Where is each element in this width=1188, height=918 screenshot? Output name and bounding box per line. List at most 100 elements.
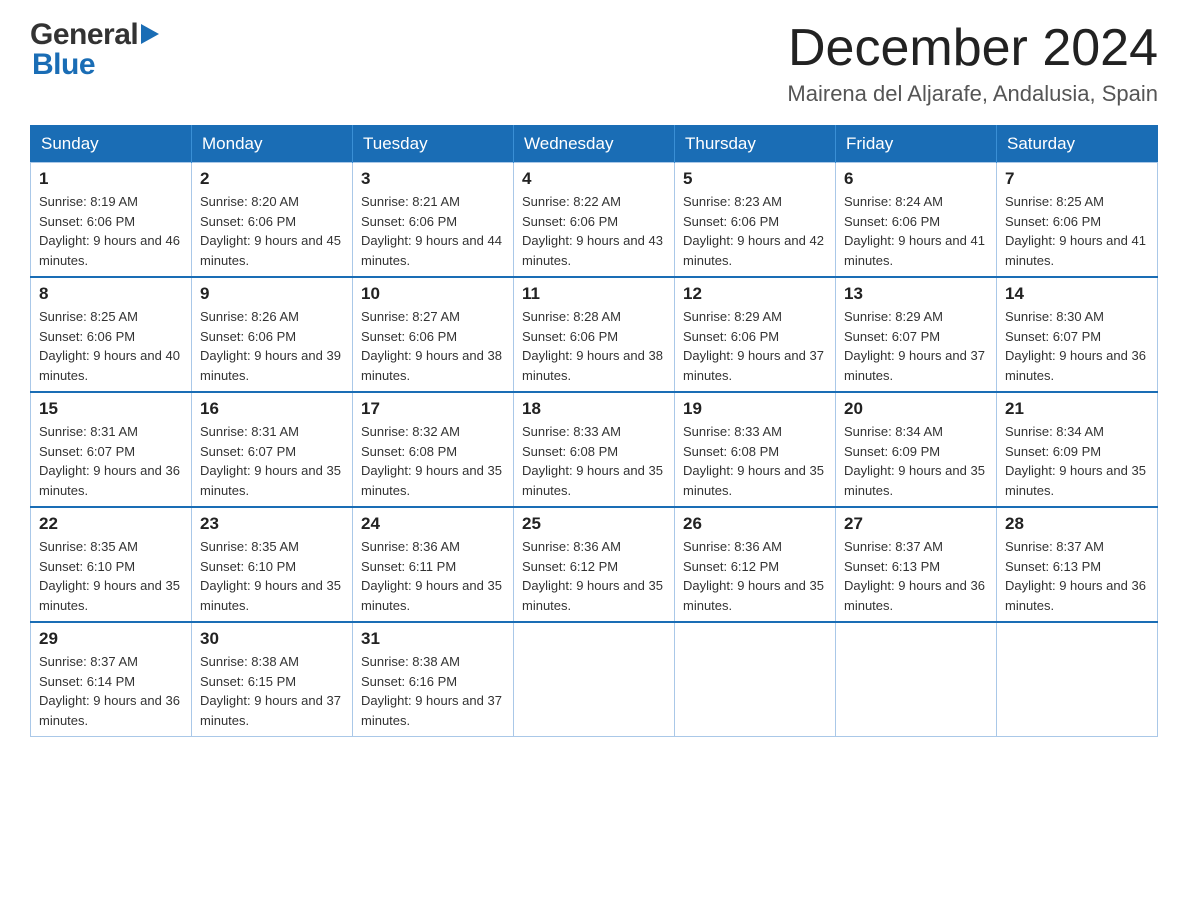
calendar-cell: 30 Sunrise: 8:38 AMSunset: 6:15 PMDaylig… xyxy=(192,622,353,737)
calendar-cell xyxy=(836,622,997,737)
calendar-cell: 12 Sunrise: 8:29 AMSunset: 6:06 PMDaylig… xyxy=(675,277,836,392)
title-block: December 2024 Mairena del Aljarafe, Anda… xyxy=(787,20,1158,107)
weekday-header-wednesday: Wednesday xyxy=(514,126,675,163)
logo-arrow-icon xyxy=(141,24,159,44)
day-number: 25 xyxy=(522,514,666,534)
calendar-cell: 5 Sunrise: 8:23 AMSunset: 6:06 PMDayligh… xyxy=(675,163,836,278)
calendar-cell: 29 Sunrise: 8:37 AMSunset: 6:14 PMDaylig… xyxy=(31,622,192,737)
day-info: Sunrise: 8:32 AMSunset: 6:08 PMDaylight:… xyxy=(361,424,502,498)
day-number: 19 xyxy=(683,399,827,419)
month-title: December 2024 xyxy=(787,20,1158,77)
calendar-cell: 9 Sunrise: 8:26 AMSunset: 6:06 PMDayligh… xyxy=(192,277,353,392)
day-info: Sunrise: 8:24 AMSunset: 6:06 PMDaylight:… xyxy=(844,194,985,268)
calendar-cell: 10 Sunrise: 8:27 AMSunset: 6:06 PMDaylig… xyxy=(353,277,514,392)
calendar-table: SundayMondayTuesdayWednesdayThursdayFrid… xyxy=(30,125,1158,737)
day-number: 31 xyxy=(361,629,505,649)
day-number: 12 xyxy=(683,284,827,304)
logo: General Blue xyxy=(30,20,159,80)
calendar-week-row: 29 Sunrise: 8:37 AMSunset: 6:14 PMDaylig… xyxy=(31,622,1158,737)
day-number: 6 xyxy=(844,169,988,189)
day-info: Sunrise: 8:31 AMSunset: 6:07 PMDaylight:… xyxy=(200,424,341,498)
calendar-week-row: 22 Sunrise: 8:35 AMSunset: 6:10 PMDaylig… xyxy=(31,507,1158,622)
day-number: 18 xyxy=(522,399,666,419)
day-info: Sunrise: 8:37 AMSunset: 6:13 PMDaylight:… xyxy=(844,539,985,613)
day-info: Sunrise: 8:20 AMSunset: 6:06 PMDaylight:… xyxy=(200,194,341,268)
calendar-cell: 7 Sunrise: 8:25 AMSunset: 6:06 PMDayligh… xyxy=(997,163,1158,278)
day-info: Sunrise: 8:37 AMSunset: 6:13 PMDaylight:… xyxy=(1005,539,1146,613)
weekday-header-saturday: Saturday xyxy=(997,126,1158,163)
day-number: 27 xyxy=(844,514,988,534)
calendar-cell: 2 Sunrise: 8:20 AMSunset: 6:06 PMDayligh… xyxy=(192,163,353,278)
weekday-header-thursday: Thursday xyxy=(675,126,836,163)
day-info: Sunrise: 8:37 AMSunset: 6:14 PMDaylight:… xyxy=(39,654,180,728)
day-info: Sunrise: 8:38 AMSunset: 6:16 PMDaylight:… xyxy=(361,654,502,728)
calendar-cell xyxy=(514,622,675,737)
calendar-cell: 4 Sunrise: 8:22 AMSunset: 6:06 PMDayligh… xyxy=(514,163,675,278)
calendar-cell: 18 Sunrise: 8:33 AMSunset: 6:08 PMDaylig… xyxy=(514,392,675,507)
day-info: Sunrise: 8:25 AMSunset: 6:06 PMDaylight:… xyxy=(39,309,180,383)
day-number: 17 xyxy=(361,399,505,419)
day-number: 11 xyxy=(522,284,666,304)
day-info: Sunrise: 8:26 AMSunset: 6:06 PMDaylight:… xyxy=(200,309,341,383)
location-subtitle: Mairena del Aljarafe, Andalusia, Spain xyxy=(787,81,1158,107)
weekday-header-friday: Friday xyxy=(836,126,997,163)
calendar-cell: 15 Sunrise: 8:31 AMSunset: 6:07 PMDaylig… xyxy=(31,392,192,507)
day-info: Sunrise: 8:36 AMSunset: 6:11 PMDaylight:… xyxy=(361,539,502,613)
day-info: Sunrise: 8:34 AMSunset: 6:09 PMDaylight:… xyxy=(844,424,985,498)
day-info: Sunrise: 8:30 AMSunset: 6:07 PMDaylight:… xyxy=(1005,309,1146,383)
calendar-cell: 17 Sunrise: 8:32 AMSunset: 6:08 PMDaylig… xyxy=(353,392,514,507)
calendar-cell: 24 Sunrise: 8:36 AMSunset: 6:11 PMDaylig… xyxy=(353,507,514,622)
calendar-cell: 23 Sunrise: 8:35 AMSunset: 6:10 PMDaylig… xyxy=(192,507,353,622)
weekday-header-sunday: Sunday xyxy=(31,126,192,163)
logo-blue: Blue xyxy=(32,50,95,80)
day-number: 23 xyxy=(200,514,344,534)
calendar-cell: 21 Sunrise: 8:34 AMSunset: 6:09 PMDaylig… xyxy=(997,392,1158,507)
day-info: Sunrise: 8:19 AMSunset: 6:06 PMDaylight:… xyxy=(39,194,180,268)
day-number: 20 xyxy=(844,399,988,419)
day-number: 22 xyxy=(39,514,183,534)
calendar-week-row: 8 Sunrise: 8:25 AMSunset: 6:06 PMDayligh… xyxy=(31,277,1158,392)
day-number: 13 xyxy=(844,284,988,304)
calendar-cell: 27 Sunrise: 8:37 AMSunset: 6:13 PMDaylig… xyxy=(836,507,997,622)
day-info: Sunrise: 8:34 AMSunset: 6:09 PMDaylight:… xyxy=(1005,424,1146,498)
day-info: Sunrise: 8:38 AMSunset: 6:15 PMDaylight:… xyxy=(200,654,341,728)
day-number: 30 xyxy=(200,629,344,649)
page-header: General Blue December 2024 Mairena del A… xyxy=(30,20,1158,107)
calendar-cell: 25 Sunrise: 8:36 AMSunset: 6:12 PMDaylig… xyxy=(514,507,675,622)
day-number: 21 xyxy=(1005,399,1149,419)
day-number: 10 xyxy=(361,284,505,304)
calendar-cell: 16 Sunrise: 8:31 AMSunset: 6:07 PMDaylig… xyxy=(192,392,353,507)
day-number: 7 xyxy=(1005,169,1149,189)
calendar-cell: 19 Sunrise: 8:33 AMSunset: 6:08 PMDaylig… xyxy=(675,392,836,507)
calendar-week-row: 1 Sunrise: 8:19 AMSunset: 6:06 PMDayligh… xyxy=(31,163,1158,278)
day-number: 14 xyxy=(1005,284,1149,304)
day-info: Sunrise: 8:36 AMSunset: 6:12 PMDaylight:… xyxy=(683,539,824,613)
calendar-cell xyxy=(675,622,836,737)
day-info: Sunrise: 8:31 AMSunset: 6:07 PMDaylight:… xyxy=(39,424,180,498)
day-info: Sunrise: 8:25 AMSunset: 6:06 PMDaylight:… xyxy=(1005,194,1146,268)
calendar-cell: 3 Sunrise: 8:21 AMSunset: 6:06 PMDayligh… xyxy=(353,163,514,278)
calendar-cell xyxy=(997,622,1158,737)
weekday-header-row: SundayMondayTuesdayWednesdayThursdayFrid… xyxy=(31,126,1158,163)
day-info: Sunrise: 8:33 AMSunset: 6:08 PMDaylight:… xyxy=(522,424,663,498)
calendar-cell: 26 Sunrise: 8:36 AMSunset: 6:12 PMDaylig… xyxy=(675,507,836,622)
day-info: Sunrise: 8:28 AMSunset: 6:06 PMDaylight:… xyxy=(522,309,663,383)
day-number: 29 xyxy=(39,629,183,649)
calendar-cell: 20 Sunrise: 8:34 AMSunset: 6:09 PMDaylig… xyxy=(836,392,997,507)
day-number: 24 xyxy=(361,514,505,534)
day-info: Sunrise: 8:35 AMSunset: 6:10 PMDaylight:… xyxy=(39,539,180,613)
calendar-cell: 1 Sunrise: 8:19 AMSunset: 6:06 PMDayligh… xyxy=(31,163,192,278)
day-number: 2 xyxy=(200,169,344,189)
calendar-cell: 31 Sunrise: 8:38 AMSunset: 6:16 PMDaylig… xyxy=(353,622,514,737)
calendar-week-row: 15 Sunrise: 8:31 AMSunset: 6:07 PMDaylig… xyxy=(31,392,1158,507)
logo-general: General xyxy=(30,20,159,50)
day-number: 9 xyxy=(200,284,344,304)
calendar-cell: 22 Sunrise: 8:35 AMSunset: 6:10 PMDaylig… xyxy=(31,507,192,622)
calendar-cell: 6 Sunrise: 8:24 AMSunset: 6:06 PMDayligh… xyxy=(836,163,997,278)
day-info: Sunrise: 8:33 AMSunset: 6:08 PMDaylight:… xyxy=(683,424,824,498)
calendar-cell: 14 Sunrise: 8:30 AMSunset: 6:07 PMDaylig… xyxy=(997,277,1158,392)
day-info: Sunrise: 8:21 AMSunset: 6:06 PMDaylight:… xyxy=(361,194,502,268)
day-number: 8 xyxy=(39,284,183,304)
calendar-cell: 8 Sunrise: 8:25 AMSunset: 6:06 PMDayligh… xyxy=(31,277,192,392)
day-info: Sunrise: 8:35 AMSunset: 6:10 PMDaylight:… xyxy=(200,539,341,613)
